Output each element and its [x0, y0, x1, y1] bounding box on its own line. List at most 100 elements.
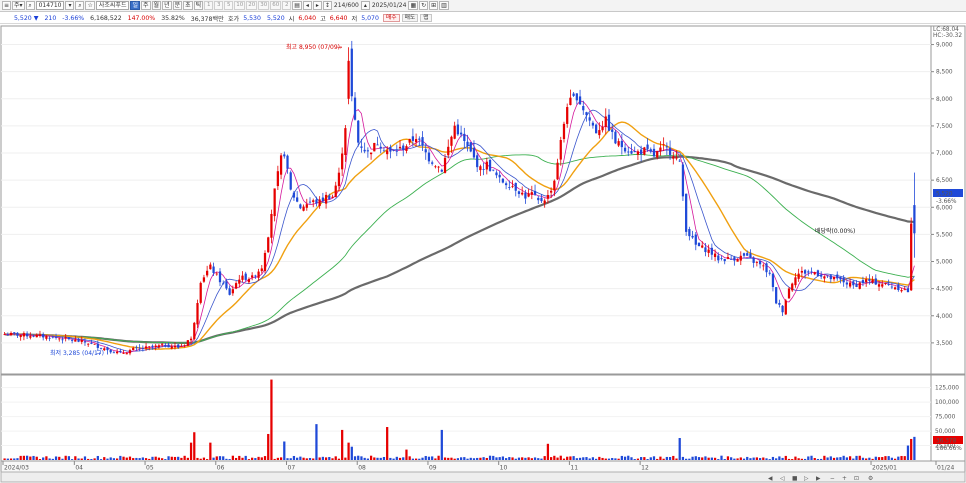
candle-body: [228, 288, 231, 295]
volume-bar: [739, 457, 742, 460]
calendar-icon[interactable]: ▦: [408, 1, 419, 10]
candle-body: [270, 213, 273, 238]
candle-body: [511, 186, 514, 188]
zoom-in-icon[interactable]: +: [842, 476, 847, 482]
layout-icon[interactable]: ⊞: [429, 1, 439, 10]
volume-bar: [122, 456, 125, 460]
stock-name-field[interactable]: 사조씨푸드: [95, 1, 130, 10]
candle-body: [193, 322, 196, 340]
candle-body: [83, 341, 87, 343]
stock-type-dropdown[interactable]: 주▾: [12, 1, 25, 10]
stock-chart[interactable]: 9,000 8,500 8,000 7,500 7,000 6,500 6,000 5,500…: [0, 25, 966, 483]
volume-bar: [845, 457, 849, 460]
nav-left-icon[interactable]: ◀: [768, 476, 773, 482]
minute-3-button[interactable]: 3: [214, 1, 224, 10]
candle-body: [334, 185, 337, 198]
candle-body: [549, 190, 553, 193]
grid-icon[interactable]: ▥: [439, 1, 449, 10]
volume-bar: [640, 457, 643, 460]
minute-2-button[interactable]: 2: [282, 1, 292, 10]
nav-next-icon[interactable]: ▷: [804, 476, 809, 482]
volume-bar: [189, 442, 193, 460]
period-week-button[interactable]: 주: [141, 1, 151, 10]
favorite-icon[interactable]: ☆: [85, 1, 95, 10]
period-second-button[interactable]: 초: [183, 1, 193, 10]
volume-bar: [778, 456, 781, 460]
candle-body: [369, 152, 373, 155]
code-dropdown-icon[interactable]: ▾: [65, 1, 75, 10]
volume-tick-label: 75,000: [935, 415, 956, 421]
volume-bar: [598, 456, 601, 460]
volume-bar: [701, 457, 704, 460]
volume-bar: [829, 456, 832, 460]
volume-bar: [77, 458, 80, 460]
chart-settings-icon[interactable]: ▤: [292, 1, 302, 10]
candle-body: [450, 136, 453, 146]
sell-button[interactable]: 매도: [401, 14, 419, 22]
period-minute-button[interactable]: 분: [172, 1, 183, 10]
daily-button[interactable]: 일: [130, 1, 141, 10]
nav-stop-icon[interactable]: ■: [792, 476, 797, 482]
menu-icon[interactable]: ≡: [2, 1, 12, 10]
candle-body: [22, 333, 26, 337]
volume-bar: [350, 446, 353, 460]
candle-body: [421, 137, 424, 146]
volume-tag-pct: 186.66%: [936, 446, 962, 452]
candle-body: [77, 339, 80, 342]
nav-settings-icon[interactable]: ⚙: [868, 475, 873, 482]
minute-30-button[interactable]: 30: [258, 1, 270, 10]
volume-bar: [347, 442, 350, 460]
volume-bar: [270, 379, 273, 460]
volume-bar: [38, 459, 42, 460]
period-tick-button[interactable]: 틱: [193, 1, 204, 10]
count-spinner-icon[interactable]: ▴: [360, 1, 370, 10]
minute-1-button[interactable]: 1: [204, 1, 214, 10]
candle-body: [363, 149, 366, 152]
fit-icon[interactable]: ⊡: [854, 476, 859, 482]
volume-bar: [389, 457, 392, 460]
candle-body: [360, 146, 363, 148]
minute-10-button[interactable]: 10: [234, 1, 246, 10]
nav-right-icon[interactable]: ▶: [816, 476, 821, 482]
refresh-icon[interactable]: ↻: [419, 1, 429, 10]
volume-bar: [578, 457, 582, 460]
period-year-button[interactable]: 년: [162, 1, 172, 10]
candle-body: [382, 150, 386, 152]
candle-body: [218, 271, 222, 283]
volume-bar: [99, 459, 103, 460]
volume-bar: [900, 455, 903, 460]
stock-search-icon[interactable]: ⌕: [25, 1, 35, 10]
minute-60-button[interactable]: 60: [270, 1, 282, 10]
buy-button[interactable]: 매수: [382, 14, 400, 22]
search-icon[interactable]: ⌕: [75, 1, 85, 10]
candle-body: [569, 97, 572, 106]
nav-prev-icon[interactable]: ◁: [780, 476, 785, 482]
candle-body: [720, 258, 723, 260]
candle-body: [726, 257, 730, 259]
map-button[interactable]: 맵: [420, 14, 432, 22]
zoom-icon[interactable]: ↕: [322, 1, 332, 10]
candle-body: [45, 336, 48, 339]
volume-bar: [749, 458, 752, 460]
candle-body: [752, 257, 755, 263]
date-field[interactable]: 2025/01/24: [371, 2, 408, 9]
volume-bar: [334, 456, 337, 460]
volume-bar: [257, 456, 260, 460]
volume-bar: [447, 457, 450, 460]
zoom-out-icon[interactable]: −: [830, 476, 835, 482]
candle-body: [341, 153, 344, 170]
minute-5-button[interactable]: 5: [224, 1, 234, 10]
scroll-left-icon[interactable]: ◂: [302, 1, 312, 10]
price-pane[interactable]: [0, 25, 932, 375]
volume-bar: [595, 458, 598, 460]
volume-bar: [25, 455, 29, 460]
candle-body: [865, 279, 868, 283]
stock-code-input[interactable]: 014710: [35, 1, 65, 10]
volume-bar: [810, 455, 813, 460]
period-month-button[interactable]: 월: [151, 1, 162, 10]
candle-body: [273, 188, 276, 217]
volume-bar: [659, 456, 662, 460]
volume-bar: [225, 458, 228, 460]
minute-20-button[interactable]: 20: [246, 1, 258, 10]
scroll-right-icon[interactable]: ▸: [312, 1, 322, 10]
